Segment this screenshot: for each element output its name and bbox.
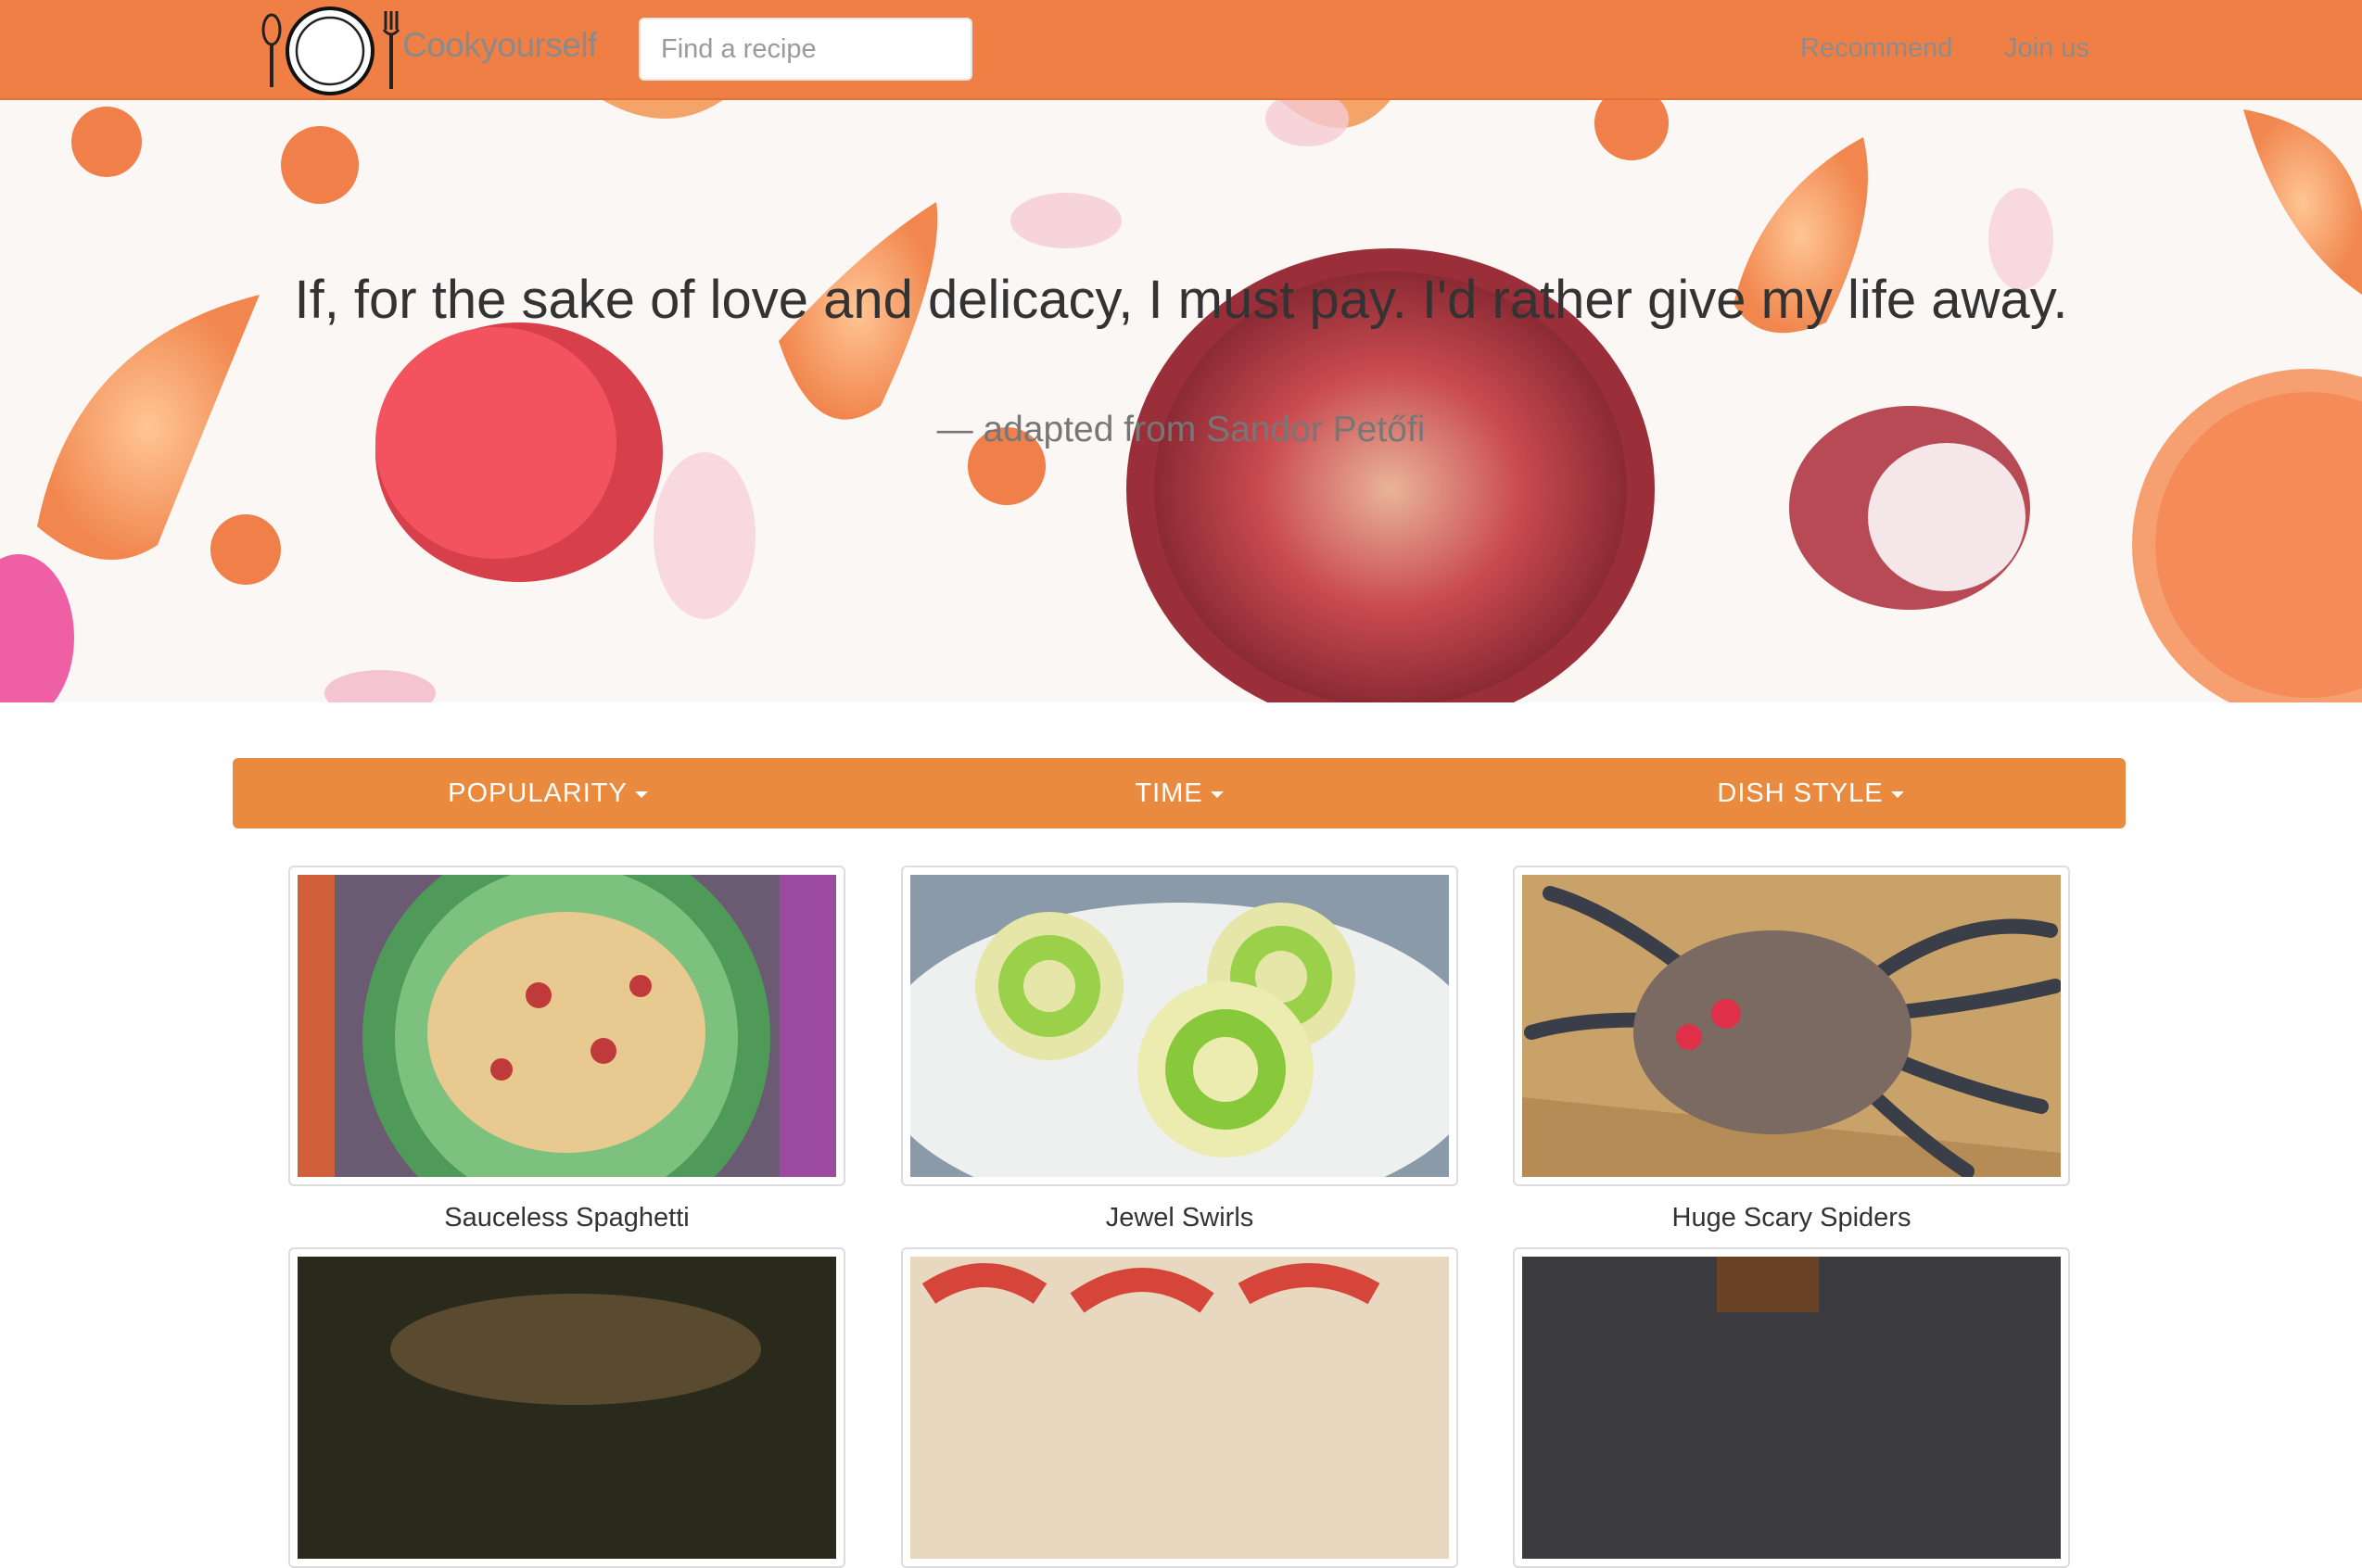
recipe-photo	[1522, 1257, 2061, 1559]
recipe-card[interactable]	[288, 1247, 845, 1568]
recipe-card[interactable]	[1513, 866, 2070, 1186]
filter-label: DISH STYLE	[1717, 778, 1884, 808]
brand-link[interactable]: Cookyourself	[402, 26, 597, 65]
recipe-photo	[910, 1257, 1449, 1559]
recipe-card[interactable]	[288, 866, 845, 1186]
recipe-card[interactable]	[901, 1247, 1458, 1568]
recipe-photo-jewel-swirls	[910, 875, 1449, 1177]
fruit-background-image	[0, 100, 2362, 702]
nav-recommend-link[interactable]: Recommend	[1800, 33, 1952, 64]
filter-popularity-dropdown[interactable]: POPULARITY	[233, 758, 863, 828]
caret-down-icon	[1210, 790, 1224, 798]
hero-quote-source: — adapted from Sandor Petőfi	[936, 410, 1426, 449]
filter-label: POPULARITY	[448, 778, 628, 808]
recipe-title[interactable]: Sauceless Spaghetti	[288, 1203, 845, 1233]
plate-fork-spoon-icon[interactable]	[260, 6, 400, 96]
recipe-photo	[298, 1257, 836, 1559]
recipe-photo-scary-spiders	[1522, 875, 2061, 1177]
search-input[interactable]	[639, 18, 972, 81]
recipe-title[interactable]: Jewel Swirls	[901, 1203, 1458, 1233]
recipe-card[interactable]	[1513, 1247, 2070, 1568]
recipe-photo-spaghetti	[298, 875, 836, 1177]
nav-join-us-link[interactable]: Join us	[2004, 33, 2089, 64]
caret-down-icon	[1890, 790, 1904, 798]
navbar: Cookyourself Recommend Join us	[0, 0, 2362, 100]
filter-time-dropdown[interactable]: TIME	[864, 758, 1494, 828]
hero-banner: If, for the sake of love and delicacy, I…	[0, 100, 2362, 702]
recipe-title[interactable]: Huge Scary Spiders	[1513, 1203, 2070, 1233]
caret-down-icon	[634, 790, 648, 798]
filter-dish-style-dropdown[interactable]: DISH STYLE	[1495, 758, 2126, 828]
filter-label: TIME	[1135, 778, 1203, 808]
hero-quote: If, for the sake of love and delicacy, I…	[294, 270, 2068, 330]
recipe-card[interactable]	[901, 866, 1458, 1186]
filter-bar: POPULARITY TIME DISH STYLE	[233, 758, 2126, 828]
